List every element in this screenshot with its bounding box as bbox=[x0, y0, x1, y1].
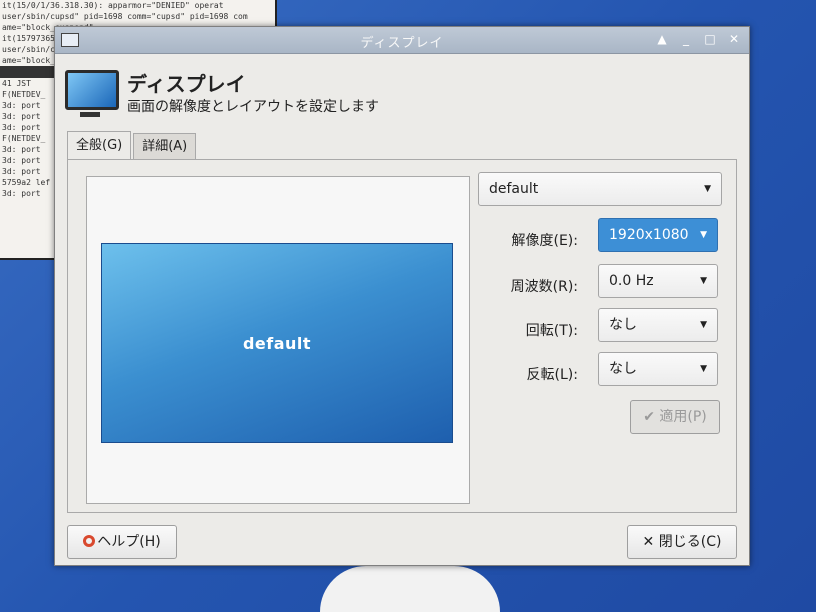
dialog-header: ディスプレイ 画面の解像度とレイアウトを設定します bbox=[55, 54, 749, 124]
chevron-down-icon: ▼ bbox=[700, 276, 707, 286]
display-select[interactable]: default ▼ bbox=[478, 172, 722, 206]
window-title: ディスプレイ bbox=[360, 36, 444, 51]
rotation-select[interactable]: なし ▼ bbox=[598, 308, 718, 342]
resolution-label: 解像度(E): bbox=[511, 233, 579, 249]
display-select-value: default bbox=[489, 181, 539, 197]
reflection-select[interactable]: なし ▼ bbox=[598, 352, 718, 386]
header-subtitle: 画面の解像度とレイアウトを設定します bbox=[127, 99, 379, 115]
rotation-label: 回転(T): bbox=[525, 323, 578, 339]
close-window-button[interactable]: ✕ bbox=[725, 31, 743, 48]
apply-button[interactable]: ✔ 適用(P) bbox=[630, 400, 720, 434]
tab-bar: 全般(G) 詳細(A) bbox=[67, 131, 198, 160]
display-layout-area: default bbox=[86, 176, 470, 504]
keep-above-button[interactable]: ▲ bbox=[653, 31, 671, 48]
refresh-rate-select[interactable]: 0.0 Hz ▼ bbox=[598, 264, 718, 298]
chevron-down-icon: ▼ bbox=[700, 320, 707, 330]
terminal-line: user/sbin/cupsd" pid=1698 comm="cupsd" p… bbox=[2, 12, 248, 21]
reflection-value: なし bbox=[609, 361, 637, 377]
window-controls: ▲ _ □ ✕ bbox=[653, 31, 743, 48]
chevron-down-icon: ▼ bbox=[700, 230, 707, 240]
rotation-value: なし bbox=[609, 317, 637, 333]
display-settings-dialog: ディスプレイ ▲ _ □ ✕ ディスプレイ 画面の解像度とレイアウトを設定します… bbox=[54, 26, 750, 566]
screen-preview[interactable]: default bbox=[101, 243, 453, 443]
desktop-mouse-mascot bbox=[320, 566, 500, 612]
header-title: ディスプレイ bbox=[127, 72, 246, 96]
tab-advanced[interactable]: 詳細(A) bbox=[133, 133, 197, 160]
chevron-down-icon: ▼ bbox=[700, 364, 707, 374]
help-button[interactable]: ヘルプ(H) bbox=[67, 525, 177, 559]
close-button[interactable]: ✕ 閉じる(C) bbox=[627, 525, 737, 559]
screen-preview-label: default bbox=[242, 334, 312, 353]
title-bar[interactable]: ディスプレイ ▲ _ □ ✕ bbox=[55, 27, 749, 54]
terminal-line: it(15/0/1/36.318.30): apparmor="DENIED" … bbox=[2, 1, 224, 10]
resolution-value: 1920x1080 bbox=[609, 227, 689, 243]
lifebuoy-icon bbox=[83, 535, 96, 547]
minimize-button[interactable]: _ bbox=[677, 31, 695, 48]
chevron-down-icon: ▼ bbox=[704, 184, 711, 194]
maximize-button[interactable]: □ bbox=[701, 31, 719, 48]
tab-general[interactable]: 全般(G) bbox=[67, 131, 132, 160]
refresh-rate-value: 0.0 Hz bbox=[609, 273, 654, 289]
refresh-rate-label: 周波数(R): bbox=[510, 279, 578, 295]
monitor-icon bbox=[65, 70, 119, 117]
reflection-label: 反転(L): bbox=[526, 367, 578, 383]
resolution-select[interactable]: 1920x1080 ▼ bbox=[598, 218, 718, 252]
help-button-label: ヘルプ(H) bbox=[97, 534, 161, 550]
general-tab-panel: default default ▼ 解像度(E): 1920x1080 ▼ 周波… bbox=[67, 159, 737, 513]
